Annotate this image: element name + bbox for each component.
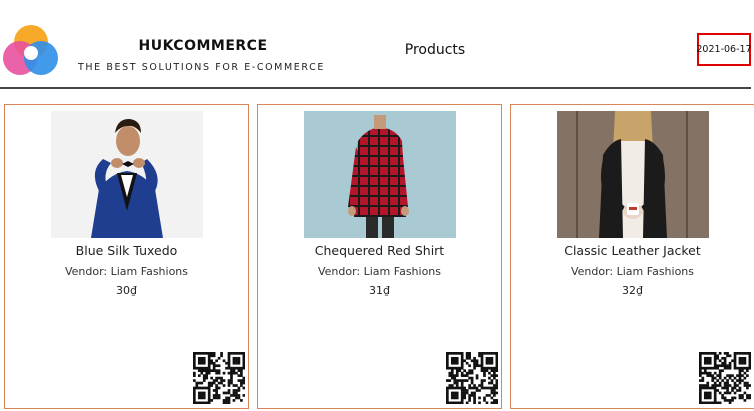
nav-products-link[interactable]: Products (396, 42, 474, 58)
date-text: 2021-06-17 (696, 44, 752, 55)
product-vendor: Vendor: Liam Fashions (64, 265, 189, 278)
qr-code-icon (193, 352, 245, 404)
product-image[interactable] (557, 111, 709, 238)
product-title[interactable]: Chequered Red Shirt (258, 243, 501, 258)
product-price: 31₫ (369, 284, 390, 297)
product-card-shirt[interactable]: Chequered Red Shirt Vendor: Liam Fashion… (257, 104, 502, 409)
product-price: 32₫ (622, 284, 643, 297)
brand-tagline: THE BEST SOLUTIONS FOR E-COMMERCE (78, 62, 325, 73)
product-vendor: Vendor: Liam Fashions (570, 265, 695, 278)
header-divider (0, 87, 751, 89)
product-vendor: Vendor: Liam Fashions (317, 265, 442, 278)
brand-name[interactable]: HUKCOMMERCE (78, 38, 328, 54)
site-header: HUKCOMMERCE THE BEST SOLUTIONS FOR E-COM… (0, 0, 754, 89)
product-card-tuxedo[interactable]: Blue Silk Tuxedo Vendor: Liam Fashions 3… (4, 104, 249, 409)
brand-logo-icon[interactable] (2, 22, 60, 78)
product-image[interactable] (304, 111, 456, 238)
product-image[interactable] (51, 111, 203, 238)
qr-code-icon (699, 352, 751, 404)
qr-code-icon (446, 352, 498, 404)
product-title[interactable]: Classic Leather Jacket (511, 243, 754, 258)
product-title[interactable]: Blue Silk Tuxedo (5, 243, 248, 258)
product-card-jacket[interactable]: Classic Leather Jacket Vendor: Liam Fash… (510, 104, 754, 409)
product-price: 30₫ (116, 284, 137, 297)
date-display: 2021-06-17 (696, 33, 752, 66)
